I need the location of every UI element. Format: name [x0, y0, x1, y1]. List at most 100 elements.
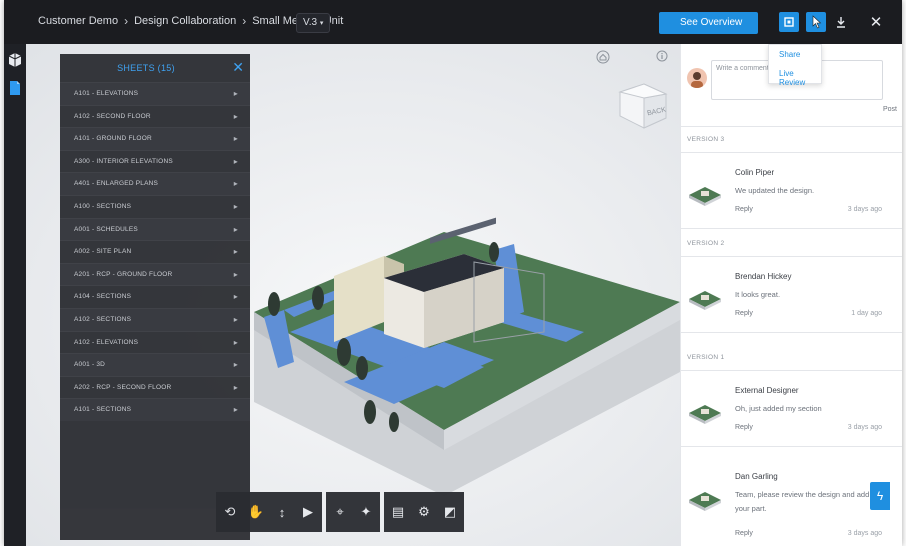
sheet-label: A300 - INTERIOR ELEVATIONS: [74, 157, 173, 165]
camera-icon[interactable]: ▶: [300, 504, 316, 520]
reply-link[interactable]: Reply: [735, 206, 753, 213]
user-avatar-icon: [691, 72, 703, 88]
comment-text: Team, please review the design and add: [735, 490, 870, 499]
review-button[interactable]: [806, 12, 826, 32]
measure-icon[interactable]: ⌖: [332, 504, 348, 520]
sheets-header: SHEETS (15) ✕: [60, 54, 250, 82]
sheet-list-item[interactable]: A300 - INTERIOR ELEVATIONS ▸: [60, 149, 250, 173]
comment-author: Dan Garling: [735, 472, 778, 481]
comments-panel: Write a comment... Post VERSION 3 Colin P…: [680, 44, 902, 546]
tree: [337, 338, 351, 366]
lightning-icon[interactable]: ϟ: [870, 482, 890, 510]
sheet-label: A002 - SITE PLAN: [74, 248, 132, 256]
pan-hand-icon[interactable]: ✋: [248, 504, 264, 520]
breadcrumb-item-design-collaboration[interactable]: Design Collaboration: [134, 15, 236, 27]
sheet-label: A102 - SECOND FLOOR: [74, 112, 151, 120]
reply-link[interactable]: Reply: [735, 424, 753, 431]
chevron-right-icon: ▸: [233, 89, 238, 98]
divider: [681, 256, 902, 257]
download-icon: [837, 17, 845, 28]
model-icon[interactable]: [7, 52, 23, 68]
sheet-label: A104 - SECTIONS: [74, 293, 132, 301]
chevron-down-icon: ▾: [319, 20, 324, 27]
top-bar: Customer Demo › Design Collaboration › S…: [4, 0, 902, 44]
divider: [681, 228, 902, 229]
sheets-title: SHEETS (15): [117, 63, 175, 73]
tree: [389, 412, 399, 432]
zoom-icon[interactable]: ↕: [274, 504, 290, 520]
gear-icon[interactable]: ⚙: [416, 504, 432, 520]
orbit-icon[interactable]: ⟲: [222, 504, 238, 520]
chevron-right-icon: ›: [124, 14, 129, 28]
version-thumbnail[interactable]: [687, 401, 723, 425]
tree: [356, 356, 368, 380]
version-select[interactable]: V.3 ▾: [296, 13, 330, 33]
sheet-label: A102 - SECTIONS: [74, 315, 132, 323]
settings-tools: ▤ ⚙ ◩: [384, 492, 464, 532]
tree: [268, 292, 280, 316]
sheet-label: A001 - SCHEDULES: [74, 225, 138, 233]
divider: [681, 370, 902, 371]
sheet-list-item[interactable]: A101 - GROUND FLOOR ▸: [60, 127, 250, 150]
sheet-label: A100 - SECTIONS: [74, 202, 132, 210]
model-browser-icon[interactable]: ▤: [390, 504, 406, 520]
see-overview-button[interactable]: See Overview: [659, 12, 758, 34]
viewer-toolbar: ⟲ ✋ ↕ ▶ ⌖ ✦ ▤ ⚙ ◩: [216, 492, 464, 532]
chevron-right-icon: ▸: [233, 134, 238, 144]
comment-timestamp: 3 days ago: [847, 424, 882, 431]
home-icon[interactable]: [596, 50, 610, 64]
divider: [681, 126, 902, 127]
comment-text: We updated the design.: [735, 186, 815, 195]
avatar: [687, 68, 707, 88]
comment-author: Colin Piper: [735, 168, 775, 177]
app-window: Customer Demo › Design Collaboration › S…: [4, 0, 902, 546]
share-icon: [784, 17, 794, 27]
comment-text: your part.: [735, 504, 767, 513]
model-viewer[interactable]: SHEETS (15) ✕ A101 - ELEVATIONS ▸ A102 - S…: [4, 44, 680, 546]
divider: [681, 446, 902, 447]
version-label: VERSION 3: [687, 136, 725, 143]
close-icon[interactable]: ✕: [232, 59, 244, 76]
share-button[interactable]: [779, 12, 799, 32]
chevron-right-icon: ▸: [233, 111, 238, 121]
chevron-right-icon: ›: [242, 14, 247, 28]
sheet-label: A102 - ELEVATIONS: [74, 338, 139, 346]
left-toolbar: [4, 44, 26, 546]
sheet-list-item[interactable]: A102 - SECOND FLOOR ▸: [60, 104, 250, 128]
tree: [364, 400, 376, 424]
version-thumbnail[interactable]: [687, 287, 723, 311]
version-label: VERSION 2: [687, 240, 725, 247]
building-3d-model[interactable]: [194, 192, 680, 496]
share-dropdown: Share Live Review: [768, 44, 822, 87]
navigation-tools: ⟲ ✋ ↕ ▶: [216, 492, 322, 532]
version-thumbnail[interactable]: [687, 488, 723, 512]
menu-item-share[interactable]: Share: [769, 45, 821, 64]
sheet-label: A201 - RCP - GROUND FLOOR: [74, 270, 173, 278]
download-button[interactable]: [831, 12, 851, 32]
version-value: V.3: [303, 17, 318, 28]
sheet-label: A202 - RCP - SECOND FLOOR: [74, 383, 172, 391]
comment-author: External Designer: [735, 386, 799, 395]
comment-timestamp: 1 day ago: [851, 310, 882, 317]
menu-item-live-review[interactable]: Live Review: [769, 64, 821, 87]
comment-text: Oh, just added my section: [735, 404, 822, 413]
version-thumbnail[interactable]: [687, 183, 723, 207]
reply-link[interactable]: Reply: [735, 310, 753, 317]
sheet-label: A101 - SECTIONS: [74, 406, 132, 414]
breadcrumb-item-customer-demo[interactable]: Customer Demo: [38, 15, 118, 27]
document-icon[interactable]: [7, 80, 23, 96]
post-button[interactable]: Post: [883, 106, 897, 113]
comment-timestamp: 3 days ago: [847, 530, 882, 537]
viewcube[interactable]: BACK: [614, 74, 672, 132]
properties-icon[interactable]: ◩: [442, 504, 458, 520]
measure-tools: ⌖ ✦: [326, 492, 380, 532]
sheet-label: A001 - 3D: [74, 361, 106, 369]
explode-icon[interactable]: ✦: [358, 504, 374, 520]
info-icon[interactable]: [656, 50, 668, 62]
version-label: VERSION 1: [687, 354, 725, 361]
sheet-label: A401 - ENLARGED PLANS: [74, 180, 159, 188]
reply-link[interactable]: Reply: [735, 530, 753, 537]
sheet-list-item[interactable]: A101 - ELEVATIONS ▸: [60, 82, 250, 105]
comment-author: Brendan Hickey: [735, 272, 792, 281]
close-icon[interactable]: ✕: [866, 12, 886, 32]
